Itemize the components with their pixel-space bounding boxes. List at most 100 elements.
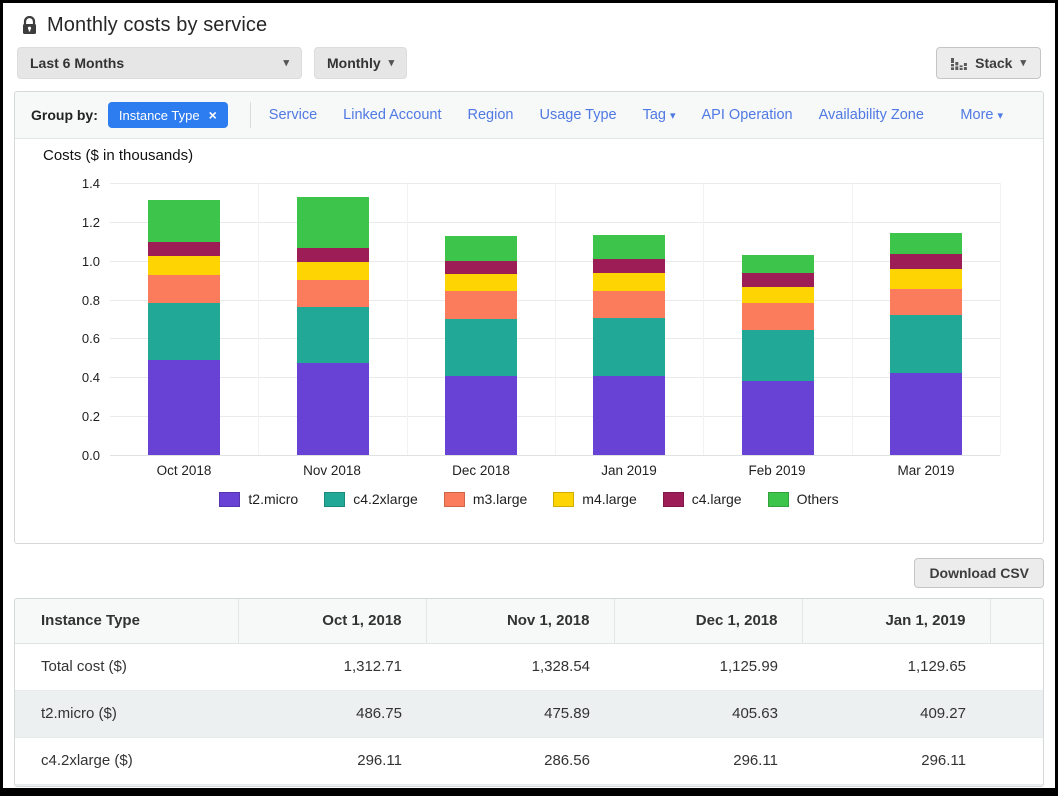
y-axis-tick: 0.6 xyxy=(64,331,100,346)
bar-segment-Others-Feb-2019[interactable] xyxy=(742,255,814,273)
bar-segment-m4.large-Dec-2018[interactable] xyxy=(445,274,517,291)
legend-item-m3.large: m3.large xyxy=(444,491,527,507)
cost-explorer-page: Monthly costs by service Last 6 Months ▾… xyxy=(3,3,1055,787)
y-axis-tick: 0.0 xyxy=(64,448,100,463)
bar-segment-c4.2xlarge-Jan-2019[interactable] xyxy=(593,318,665,376)
bar-segment-c4.large-Dec-2018[interactable] xyxy=(445,261,517,274)
bar-segment-m3.large-Mar-2019[interactable] xyxy=(890,289,962,315)
bar-segment-Others-Oct-2018[interactable] xyxy=(148,200,220,242)
bar-segment-t2.micro-Oct-2018[interactable] xyxy=(148,360,220,455)
bar-segment-m4.large-Mar-2019[interactable] xyxy=(890,269,962,288)
granularity-dropdown[interactable]: Monthly ▾ xyxy=(314,47,407,79)
group-by-link-service[interactable]: Service xyxy=(269,107,317,123)
chevron-down-icon: ▾ xyxy=(670,110,676,122)
bar-segment-t2.micro-Nov-2018[interactable] xyxy=(297,363,369,455)
group-by-link-api-operation[interactable]: API Operation xyxy=(702,107,793,123)
active-filter-pill[interactable]: Instance Type × xyxy=(108,102,228,128)
granularity-value: Monthly xyxy=(327,55,381,71)
group-by-links: Service Linked Account Region Usage Type Tag… xyxy=(269,107,1027,123)
x-axis-label: Nov 2018 xyxy=(258,463,406,478)
group-by-link-more[interactable]: More▾ xyxy=(960,107,1003,123)
bar-segment-m3.large-Oct-2018[interactable] xyxy=(148,275,220,303)
legend-item-c4.large: c4.large xyxy=(663,491,742,507)
bar-segment-t2.micro-Dec-2018[interactable] xyxy=(445,376,517,455)
cost-table: Instance TypeOct 1, 2018Nov 1, 2018Dec 1… xyxy=(15,599,1043,784)
value-cell-empty xyxy=(990,643,1043,690)
bar-segment-c4.2xlarge-Nov-2018[interactable] xyxy=(297,307,369,363)
bar-segment-c4.large-Mar-2019[interactable] xyxy=(890,254,962,270)
legend-item-t2.micro: t2.micro xyxy=(219,491,298,507)
group-by-bar: Group by: Instance Type × ServiceLinked … xyxy=(15,92,1043,139)
chevron-down-icon: ▾ xyxy=(389,58,395,69)
value-cell: 1,328.54 xyxy=(426,643,614,690)
legend-label: m3.large xyxy=(473,491,527,507)
chart-panel: Group by: Instance Type × ServiceLinked … xyxy=(14,91,1044,544)
bar-segment-m3.large-Feb-2019[interactable] xyxy=(742,303,814,329)
bar-segment-Others-Dec-2018[interactable] xyxy=(445,236,517,260)
group-by-link-region[interactable]: Region xyxy=(468,107,514,123)
legend-label: m4.large xyxy=(582,491,636,507)
x-axis-label: Oct 2018 xyxy=(110,463,258,478)
x-axis-label: Dec 2018 xyxy=(407,463,555,478)
date-range-value: Last 6 Months xyxy=(30,55,124,71)
bar-segment-Others-Nov-2018[interactable] xyxy=(297,197,369,248)
legend-swatch-icon xyxy=(219,492,240,507)
bar-segment-m4.large-Oct-2018[interactable] xyxy=(148,256,220,275)
value-cell: 486.75 xyxy=(238,690,426,737)
bar-segment-t2.micro-Jan-2019[interactable] xyxy=(593,376,665,455)
bar-segment-c4.large-Oct-2018[interactable] xyxy=(148,242,220,256)
bar-segment-m4.large-Feb-2019[interactable] xyxy=(742,287,814,304)
y-axis-tick: 0.2 xyxy=(64,409,100,424)
table-header-cell: Jan 1, 2019 xyxy=(802,599,990,643)
table-row: Total cost ($)1,312.711,328.541,125.991,… xyxy=(15,643,1043,690)
table-header-row: Instance TypeOct 1, 2018Nov 1, 2018Dec 1… xyxy=(15,599,1043,643)
legend-item-c4.2xlarge: c4.2xlarge xyxy=(324,491,418,507)
bar-segment-t2.micro-Feb-2019[interactable] xyxy=(742,381,814,455)
remove-filter-icon[interactable]: × xyxy=(209,108,217,122)
y-axis-tick: 1.4 xyxy=(64,176,100,191)
chevron-down-icon: ▾ xyxy=(1020,58,1026,69)
bar-segment-m3.large-Nov-2018[interactable] xyxy=(297,280,369,307)
bar-segment-m4.large-Jan-2019[interactable] xyxy=(593,273,665,290)
bar-segment-c4.2xlarge-Dec-2018[interactable] xyxy=(445,319,517,377)
bar-segment-m3.large-Jan-2019[interactable] xyxy=(593,291,665,318)
bar-segment-c4.2xlarge-Mar-2019[interactable] xyxy=(890,315,962,373)
bar-segment-c4.2xlarge-Oct-2018[interactable] xyxy=(148,303,220,361)
group-by-link-linked-account[interactable]: Linked Account xyxy=(343,107,441,123)
row-label-cell: c4.2xlarge ($) xyxy=(15,737,238,784)
group-by-link-tag[interactable]: Tag▾ xyxy=(643,107,676,123)
bar-segment-m4.large-Nov-2018[interactable] xyxy=(297,262,369,280)
legend-item-Others: Others xyxy=(768,491,839,507)
download-csv-button[interactable]: Download CSV xyxy=(914,558,1044,588)
bar-segment-c4.large-Nov-2018[interactable] xyxy=(297,248,369,262)
value-cell: 409.27 xyxy=(802,690,990,737)
table-header-cell: Instance Type xyxy=(15,599,238,643)
stacked-bars-icon xyxy=(951,56,967,70)
legend-label: Others xyxy=(797,491,839,507)
bar-segment-t2.micro-Mar-2019[interactable] xyxy=(890,373,962,455)
plot-area: 0.00.20.40.60.81.01.21.4 xyxy=(110,183,1000,455)
chart-area: Costs ($ in thousands) 0.00.20.40.60.81.… xyxy=(15,139,1043,544)
divider xyxy=(250,102,251,128)
value-cell: 286.56 xyxy=(426,737,614,784)
value-cell: 475.89 xyxy=(426,690,614,737)
chevron-down-icon: ▾ xyxy=(283,58,289,69)
y-axis-tick: 0.4 xyxy=(64,370,100,385)
bar-segment-c4.2xlarge-Feb-2019[interactable] xyxy=(742,330,814,381)
chart-title: Costs ($ in thousands) xyxy=(43,147,193,164)
date-range-dropdown[interactable]: Last 6 Months ▾ xyxy=(17,47,302,79)
bar-segment-c4.large-Jan-2019[interactable] xyxy=(593,259,665,274)
bar-segment-c4.large-Feb-2019[interactable] xyxy=(742,273,814,287)
value-cell: 405.63 xyxy=(614,690,802,737)
chart-style-dropdown[interactable]: Stack ▾ xyxy=(936,47,1041,79)
gridline xyxy=(110,455,1000,456)
bar-segment-Others-Jan-2019[interactable] xyxy=(593,235,665,258)
group-by-link-usage-type[interactable]: Usage Type xyxy=(539,107,616,123)
group-by-link-availability-zone[interactable]: Availability Zone xyxy=(819,107,924,123)
table-row: c4.2xlarge ($)296.11286.56296.11296.11 xyxy=(15,737,1043,784)
bar-segment-Others-Mar-2019[interactable] xyxy=(890,233,962,254)
table-header-cell: Nov 1, 2018 xyxy=(426,599,614,643)
value-cell: 1,125.99 xyxy=(614,643,802,690)
bar-segment-m3.large-Dec-2018[interactable] xyxy=(445,291,517,319)
active-filter-label: Instance Type xyxy=(119,108,200,123)
